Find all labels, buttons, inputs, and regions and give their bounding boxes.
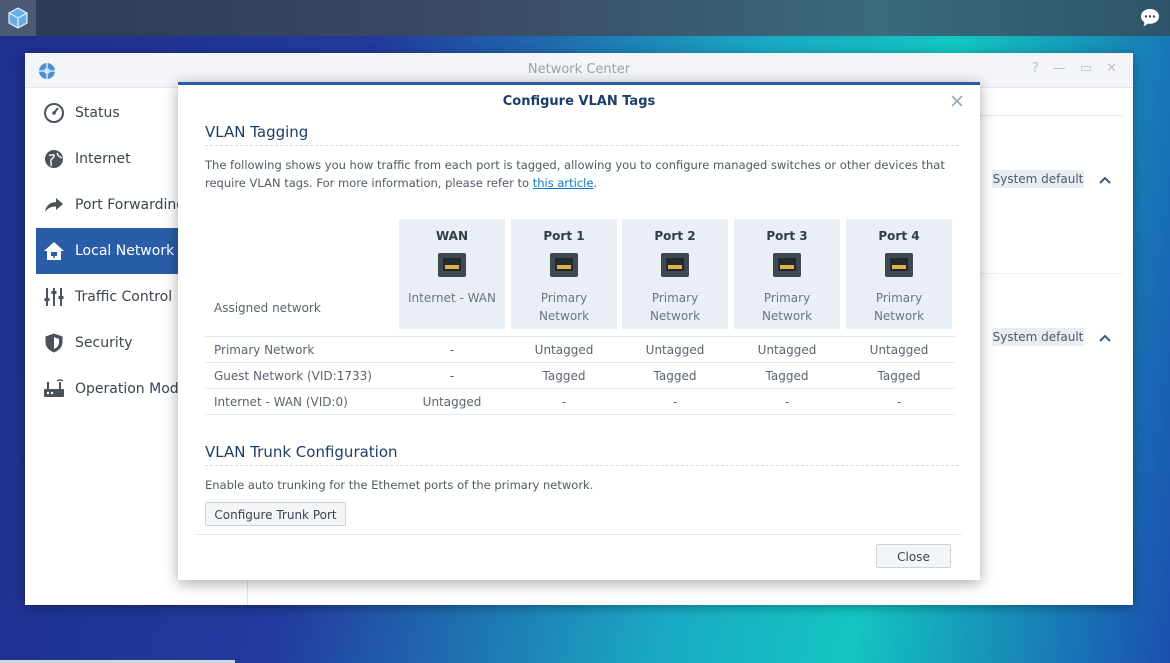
close-window-icon[interactable]: ✕ — [1106, 61, 1117, 76]
table-cell: Untagged — [757, 343, 817, 357]
table-cell: Tagged — [653, 369, 697, 383]
ethernet-port-icon — [661, 253, 689, 277]
dialog-title: Configure VLAN Tags — [502, 94, 656, 109]
dialog-close-button[interactable] — [948, 92, 966, 110]
assigned-network-label: Assigned network — [214, 301, 321, 315]
close-icon — [951, 95, 963, 107]
port-name: Port 1 — [543, 229, 585, 243]
footer-divider — [196, 534, 962, 535]
chevron-up-icon[interactable] — [1098, 331, 1112, 345]
minimize-icon[interactable]: — — [1053, 61, 1066, 76]
system-default-badge: System default — [992, 170, 1084, 188]
tab-divider — [975, 115, 1123, 116]
table-cell: Untagged — [645, 343, 705, 357]
sidebar-item-traffic-control[interactable]: Traffic Control — [36, 274, 196, 320]
port-network: Primary Network — [649, 291, 701, 323]
port-name: WAN — [435, 229, 469, 243]
home-network-icon — [42, 239, 66, 263]
table-cell: - — [449, 369, 455, 383]
table-cell: - — [784, 395, 790, 409]
sidebar-item-label: Traffic Control — [75, 289, 173, 305]
table-cell: Tagged — [765, 369, 809, 383]
vlan-tagging-heading: VLAN Tagging — [205, 123, 309, 141]
section-rule — [205, 145, 959, 146]
table-rule — [205, 388, 955, 389]
sidebar-item-security[interactable]: Security — [36, 320, 196, 366]
row-label-primary-network: Primary Network — [214, 343, 315, 357]
port-card-wan: WAN Internet - WAN — [399, 219, 505, 329]
router-icon — [42, 377, 66, 401]
main-menu-button[interactable] — [0, 0, 36, 36]
table-cell: Tagged — [877, 369, 921, 383]
vlan-trunk-heading: VLAN Trunk Configuration — [205, 443, 398, 461]
table-rule — [205, 336, 955, 337]
configure-vlan-tags-dialog: Configure VLAN Tags VLAN Tagging The fol… — [178, 82, 980, 580]
chat-bubble-icon — [1141, 9, 1159, 27]
ethernet-port-icon — [550, 253, 578, 277]
table-rule — [205, 414, 955, 415]
sidebar-item-label: Internet — [75, 151, 131, 167]
port-card-4: Port 4 Primary Network — [846, 219, 952, 329]
sidebar-item-label: Operation Modes — [75, 381, 195, 397]
table-cell: Untagged — [422, 395, 482, 409]
table-cell: - — [561, 395, 567, 409]
description-end: . — [593, 176, 598, 190]
table-cell: Untagged — [869, 343, 929, 357]
maximize-icon[interactable]: ▭ — [1080, 61, 1092, 76]
port-network: Primary Network — [761, 291, 813, 323]
port-name: Port 3 — [766, 229, 808, 243]
table-cell: Tagged — [542, 369, 586, 383]
cube-menu-icon — [8, 7, 28, 29]
sidebar-item-label: Security — [75, 335, 133, 351]
port-card-1: Port 1 Primary Network — [511, 219, 617, 329]
vlan-description: The following shows you how traffic from… — [205, 156, 945, 192]
share-arrow-icon — [42, 193, 66, 217]
row-label-internet-wan: Internet - WAN (VID:0) — [214, 395, 348, 409]
trunk-description: Enable auto trunking for the Ethemet por… — [205, 478, 594, 492]
port-card-3: Port 3 Primary Network — [734, 219, 840, 329]
sidebar-item-port-forwarding[interactable]: Port Forwarding — [36, 182, 196, 228]
table-cell: - — [896, 395, 902, 409]
port-network: Internet - WAN — [407, 291, 496, 305]
section-divider — [975, 273, 1123, 274]
gauge-icon — [42, 101, 66, 125]
sidebar-item-internet[interactable]: Internet — [36, 136, 196, 182]
port-card-2: Port 2 Primary Network — [622, 219, 728, 329]
table-cell: - — [449, 343, 455, 357]
sidebar-item-local-network[interactable]: Local Network — [36, 228, 196, 274]
shield-icon — [42, 331, 66, 355]
system-default-badge: System default — [992, 328, 1084, 346]
sidebar-item-label: Status — [75, 105, 120, 121]
row-label-guest-network: Guest Network (VID:1733) — [214, 369, 372, 383]
table-cell: - — [672, 395, 678, 409]
notifications-button[interactable] — [1136, 4, 1164, 32]
sidebar-item-label: Port Forwarding — [75, 197, 186, 213]
globe-icon — [42, 147, 66, 171]
window-title: Network Center — [527, 62, 631, 77]
help-icon[interactable]: ? — [1032, 61, 1039, 76]
sidebar-item-label: Local Network — [75, 243, 175, 259]
chevron-up-icon[interactable] — [1098, 173, 1112, 187]
ethernet-port-icon — [773, 253, 801, 277]
configure-trunk-port-button[interactable]: Configure Trunk Port — [205, 502, 346, 526]
window-controls: ? — ▭ ✕ — [1032, 61, 1117, 76]
sliders-icon — [42, 285, 66, 309]
ethernet-port-icon — [885, 253, 913, 277]
table-cell: Untagged — [534, 343, 594, 357]
close-button[interactable]: Close — [876, 544, 951, 568]
ethernet-port-icon — [438, 253, 466, 277]
section-rule — [205, 465, 959, 466]
port-network: Primary Network — [873, 291, 925, 323]
sidebar-item-status[interactable]: Status — [36, 90, 196, 136]
article-link[interactable]: this article — [533, 176, 594, 190]
port-name: Port 2 — [654, 229, 696, 243]
port-name: Port 4 — [878, 229, 920, 243]
port-network: Primary Network — [538, 291, 590, 323]
desktop-taskbar — [0, 0, 1170, 36]
table-rule — [205, 362, 955, 363]
